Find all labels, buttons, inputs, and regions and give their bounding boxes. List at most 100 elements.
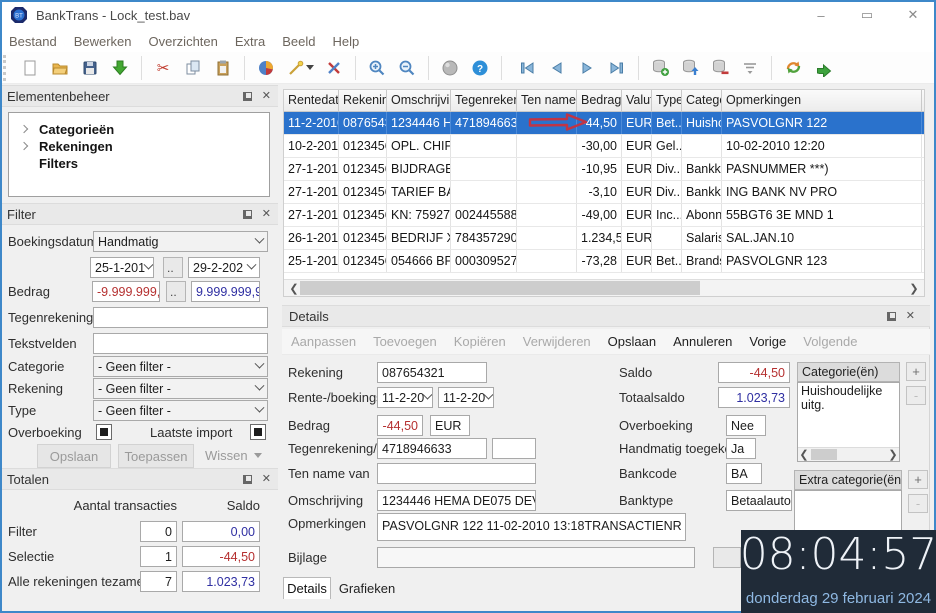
help-icon[interactable]: ? <box>467 55 493 81</box>
categorien-list[interactable]: Huishoudelijke uitg. ❮ ❯ <box>797 382 900 462</box>
database-upload-icon[interactable] <box>677 55 703 81</box>
action-verwijderen[interactable]: Verwijderen <box>523 334 591 349</box>
categorie-add-button[interactable]: + <box>906 362 926 381</box>
menu-beeld[interactable]: Beeld <box>282 34 315 49</box>
table-row[interactable]: 10-2-2010012345678OPL. CHIPK...-30,00EUR… <box>284 135 924 158</box>
tree-item-filters[interactable]: Filters <box>9 155 269 171</box>
date-from-select[interactable]: 25-1-201 <box>90 257 154 278</box>
column-header[interactable]: Tegenrekening <box>451 90 517 111</box>
chart-pie-icon[interactable] <box>253 55 279 81</box>
bijlage-input[interactable] <box>377 547 695 568</box>
tab-grafieken[interactable]: Grafieken <box>334 577 400 599</box>
nav-first-icon[interactable] <box>514 55 540 81</box>
scrollbar-thumb[interactable] <box>300 281 700 295</box>
bedrag-min-input[interactable]: -9.999.999,9 <box>92 281 160 302</box>
categorie-list-item[interactable]: Huishoudelijke uitg. <box>801 384 882 412</box>
database-remove-icon[interactable] <box>707 55 733 81</box>
bedrag-range-button[interactable]: .. <box>166 281 186 302</box>
nav-previous-icon[interactable] <box>544 55 570 81</box>
rekening-filter-select[interactable]: - Geen filter - <box>93 378 268 399</box>
zoom-out-icon[interactable] <box>394 55 420 81</box>
omschrijving-input[interactable]: 1234446 HEMA DE075 DEVENTER <box>377 490 536 511</box>
table-row[interactable]: 25-1-2010012345678054666 BP ...000309527… <box>284 250 924 273</box>
paste-icon[interactable] <box>210 55 236 81</box>
filter-toepassen-button[interactable]: Toepassen <box>118 444 194 468</box>
import-download-icon[interactable] <box>107 55 133 81</box>
float-panel-icon[interactable] <box>887 312 896 321</box>
ten-name-van-input[interactable] <box>377 463 536 484</box>
float-panel-icon[interactable] <box>243 92 252 101</box>
bic-input[interactable] <box>492 438 536 459</box>
laatste-import-checkbox[interactable] <box>250 424 266 440</box>
menu-extra[interactable]: Extra <box>235 34 265 49</box>
column-header[interactable]: Categorie <box>682 90 722 111</box>
column-header[interactable]: Opmerkingen <box>722 90 922 111</box>
table-row[interactable]: 11-2-20100876543211234446 HE...471894663… <box>284 112 924 135</box>
action-kopieren[interactable]: Kopiëren <box>454 334 506 349</box>
overboeking-checkbox[interactable] <box>96 424 112 440</box>
extra-categorie-remove-button[interactable]: - <box>908 494 928 513</box>
wand-dropdown-icon[interactable] <box>306 65 314 70</box>
customize-tools-icon[interactable] <box>321 55 347 81</box>
opmerkingen-input[interactable]: PASVOLGNR 122 11-02-2010 13:18TRANSACTIE… <box>377 513 686 541</box>
menu-help[interactable]: Help <box>332 34 359 49</box>
action-toevoegen[interactable]: Toevoegen <box>373 334 437 349</box>
table-row[interactable]: 27-1-2010012345678KN: 759275...002445588… <box>284 204 924 227</box>
close-panel-icon[interactable]: ✕ <box>906 311 915 322</box>
scroll-left-icon[interactable]: ❮ <box>798 448 810 461</box>
save-icon[interactable] <box>77 55 103 81</box>
filter-wissen-button[interactable]: Wissen <box>205 448 262 463</box>
date-range-button[interactable]: .. <box>163 257 183 278</box>
categorie-remove-button[interactable]: - <box>906 386 926 405</box>
column-header[interactable]: Type <box>652 90 682 111</box>
type-filter-select[interactable]: - Geen filter - <box>93 400 268 421</box>
float-panel-icon[interactable] <box>243 475 252 484</box>
close-button[interactable]: ✕ <box>890 0 936 30</box>
nav-last-icon[interactable] <box>604 55 630 81</box>
categorie-filter-select[interactable]: - Geen filter - <box>93 356 268 377</box>
action-annuleren[interactable]: Annuleren <box>673 334 732 349</box>
bedrag-input[interactable]: -44,50 <box>377 415 423 436</box>
bijlage-browse-button[interactable] <box>713 547 741 568</box>
scroll-right-icon[interactable]: ❯ <box>906 280 922 296</box>
column-header[interactable]: Valuta <box>622 90 652 111</box>
column-header[interactable]: Omschrijving <box>387 90 451 111</box>
sphere-icon[interactable] <box>437 55 463 81</box>
tab-details[interactable]: Details <box>283 577 331 599</box>
tegenrekening-input[interactable]: 4718946633 <box>377 438 487 459</box>
float-panel-icon[interactable] <box>243 210 252 219</box>
scrollbar-thumb[interactable] <box>811 449 837 460</box>
categorien-scrollbar[interactable]: ❮ ❯ <box>798 447 899 461</box>
table-row[interactable]: 26-1-2010012345678BEDRIJF XXX7843572901.… <box>284 227 924 250</box>
menu-bestand[interactable]: Bestand <box>9 34 57 49</box>
magic-wand-icon[interactable] <box>283 55 317 81</box>
copy-icon[interactable] <box>180 55 206 81</box>
tree-item-rekeningen[interactable]: Rekeningen <box>9 138 269 154</box>
maximize-button[interactable]: ▭ <box>844 0 890 30</box>
collapse-filter-icon[interactable] <box>737 55 763 81</box>
menu-bewerken[interactable]: Bewerken <box>74 34 132 49</box>
action-aanpassen[interactable]: Aanpassen <box>291 334 356 349</box>
table-row[interactable]: 27-1-2010012345678TARIEF BAS...-3,10EURD… <box>284 181 924 204</box>
rekening-input[interactable]: 087654321 <box>377 362 487 383</box>
tree-item-categorieen[interactable]: Categorieën <box>9 121 269 137</box>
zoom-in-icon[interactable] <box>364 55 390 81</box>
column-header[interactable]: Ten name van <box>517 90 577 111</box>
table-row[interactable]: 27-1-2010012345678BIJDRAGE B...-10,95EUR… <box>284 158 924 181</box>
table-horizontal-scrollbar[interactable]: ❮ ❯ <box>284 279 924 296</box>
toolbar-drag-handle[interactable] <box>3 55 7 81</box>
valuta-input[interactable]: EUR <box>430 415 470 436</box>
column-header[interactable]: Bedrag <box>577 90 622 111</box>
date-to-select[interactable]: 29-2-202 <box>188 257 260 278</box>
boekingsdatum-select[interactable]: Handmatig <box>93 231 268 252</box>
action-vorige[interactable]: Vorige <box>749 334 786 349</box>
scroll-right-icon[interactable]: ❯ <box>887 448 899 461</box>
menu-overzichten[interactable]: Overzichten <box>149 34 218 49</box>
close-panel-icon[interactable]: ✕ <box>262 209 271 220</box>
open-file-icon[interactable] <box>47 55 73 81</box>
action-volgende[interactable]: Volgende <box>803 334 857 349</box>
action-opslaan[interactable]: Opslaan <box>608 334 656 349</box>
boekingsdatum-select-2[interactable]: 11-2-20 <box>438 387 494 408</box>
chevron-right-icon[interactable] <box>20 142 28 150</box>
close-panel-icon[interactable]: ✕ <box>262 91 271 102</box>
